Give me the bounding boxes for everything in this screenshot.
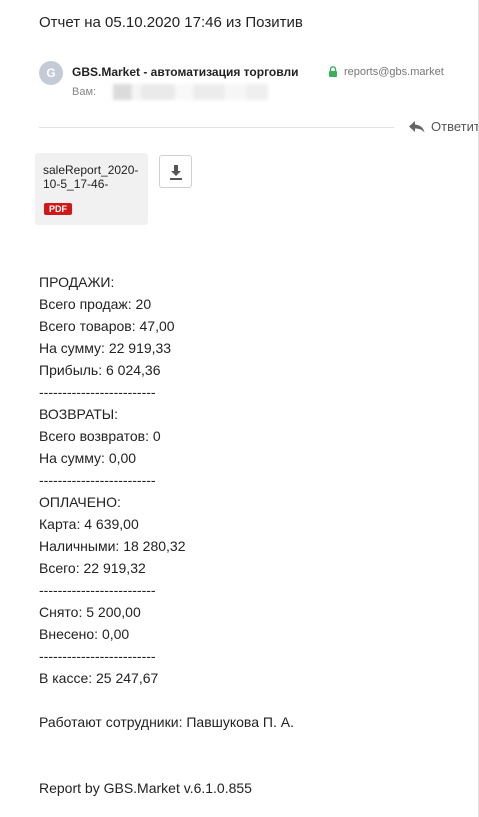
returns-amount: На сумму: 0,00: [39, 450, 137, 466]
in-register: В кассе: 25 247,67: [39, 670, 159, 686]
email-body: ПРОДАЖИ: Всего продаж: 20 Всего товаров:…: [39, 271, 294, 799]
total-returns: Всего возвратов: 0: [39, 428, 161, 444]
returns-header: ВОЗВРАТЫ:: [39, 406, 119, 422]
separator: -------------------------: [39, 648, 156, 664]
separator: -------------------------: [39, 472, 156, 488]
deposited: Внесено: 0,00: [39, 626, 130, 642]
separator: -------------------------: [39, 582, 156, 598]
separator: -------------------------: [39, 384, 156, 400]
attachment-filename: saleReport_2020-10-5_17-46-: [43, 163, 139, 191]
reply-button[interactable]: Ответить: [408, 119, 479, 134]
card-payment: Карта: 4 639,00: [39, 516, 139, 532]
report-footer: Report by GBS.Market v.6.1.0.855: [39, 780, 252, 796]
profit: Прибыль: 6 024,36: [39, 362, 161, 378]
employees: Работают сотрудники: Павшукова П. А.: [39, 714, 294, 730]
paid-total: Всего: 22 919,32: [39, 560, 146, 576]
sender-name[interactable]: GBS.Market - автоматизация торговли: [72, 65, 298, 79]
total-items: Всего товаров: 47,00: [39, 318, 175, 334]
withdrawn: Снято: 5 200,00: [39, 604, 141, 620]
lock-icon: [329, 66, 337, 77]
sales-header: ПРОДАЖИ:: [39, 274, 115, 290]
recipient-redacted: [113, 84, 268, 100]
reply-icon: [409, 121, 425, 133]
recipient-label: Вам:: [72, 86, 97, 98]
email-subject: Отчет на 05.10.2020 17:46 из Позитив: [39, 14, 303, 31]
sender-email[interactable]: reports@gbs.market: [344, 66, 444, 78]
total-sales: Всего продаж: 20: [39, 296, 152, 312]
sales-amount: На сумму: 22 919,33: [39, 340, 172, 356]
download-icon: [169, 164, 182, 180]
sender-avatar: G: [39, 61, 63, 85]
paid-header: ОПЛАЧЕНО:: [39, 494, 121, 510]
download-button[interactable]: [159, 155, 192, 188]
pdf-badge: PDF: [44, 203, 72, 215]
header-divider: [39, 127, 394, 128]
cash-payment: Наличными: 18 280,32: [39, 538, 186, 554]
reply-label: Ответить: [431, 119, 479, 134]
attachment-card[interactable]: saleReport_2020-10-5_17-46- PDF: [35, 153, 148, 225]
